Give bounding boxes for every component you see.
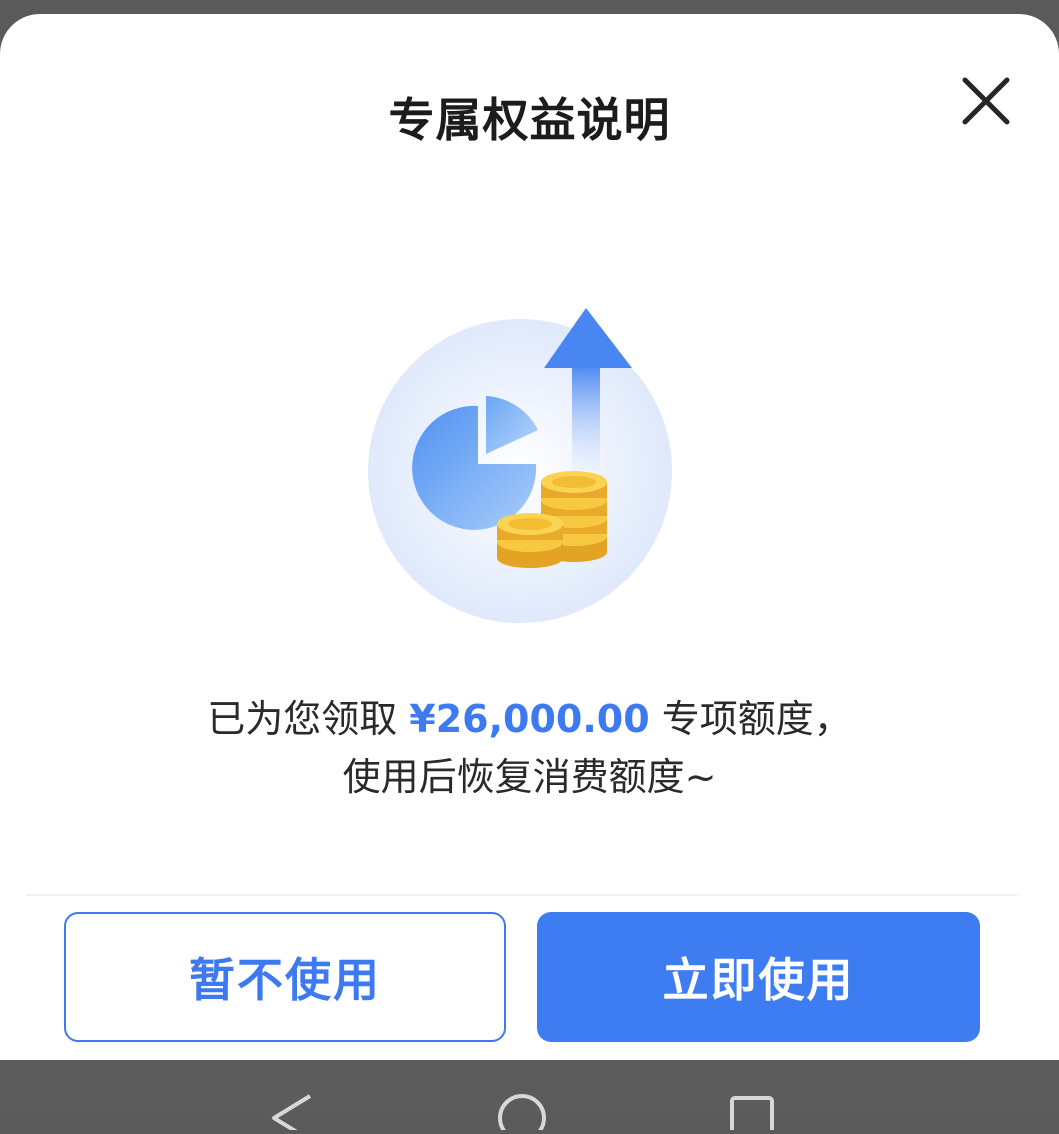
benefit-message: 已为您领取 ¥26,000.00 专项额度， 使用后恢复消费额度~: [0, 690, 1059, 806]
message-line-1: 已为您领取 ¥26,000.00 专项额度，: [0, 690, 1059, 748]
system-nav-bar: [0, 1060, 1059, 1134]
benefit-dialog: 专属权益说明 已为您领取 ¥26,000.00 专项额度， 使用后恢复消费额度~…: [0, 14, 1059, 1060]
coins-growth-illustration: [360, 296, 690, 630]
dialog-title: 专属权益说明: [388, 93, 671, 147]
message-prefix: 已为您领取: [207, 697, 410, 741]
divider: [26, 894, 1017, 896]
back-triangle-icon: [272, 1094, 312, 1134]
use-now-button[interactable]: 立即使用: [537, 912, 980, 1042]
nav-home-button[interactable]: [494, 1090, 550, 1134]
nav-back-button[interactable]: [262, 1090, 318, 1134]
message-suffix: 专项额度，: [649, 697, 852, 741]
home-circle-icon: [498, 1094, 546, 1134]
close-button[interactable]: [957, 72, 1015, 130]
message-line-2: 使用后恢复消费额度~: [342, 755, 717, 799]
nav-recents-button[interactable]: [724, 1090, 780, 1134]
not-now-button[interactable]: 暂不使用: [64, 912, 506, 1042]
recents-square-icon: [730, 1096, 774, 1134]
close-icon: [962, 77, 1010, 125]
credit-amount: ¥26,000.00: [409, 697, 650, 741]
